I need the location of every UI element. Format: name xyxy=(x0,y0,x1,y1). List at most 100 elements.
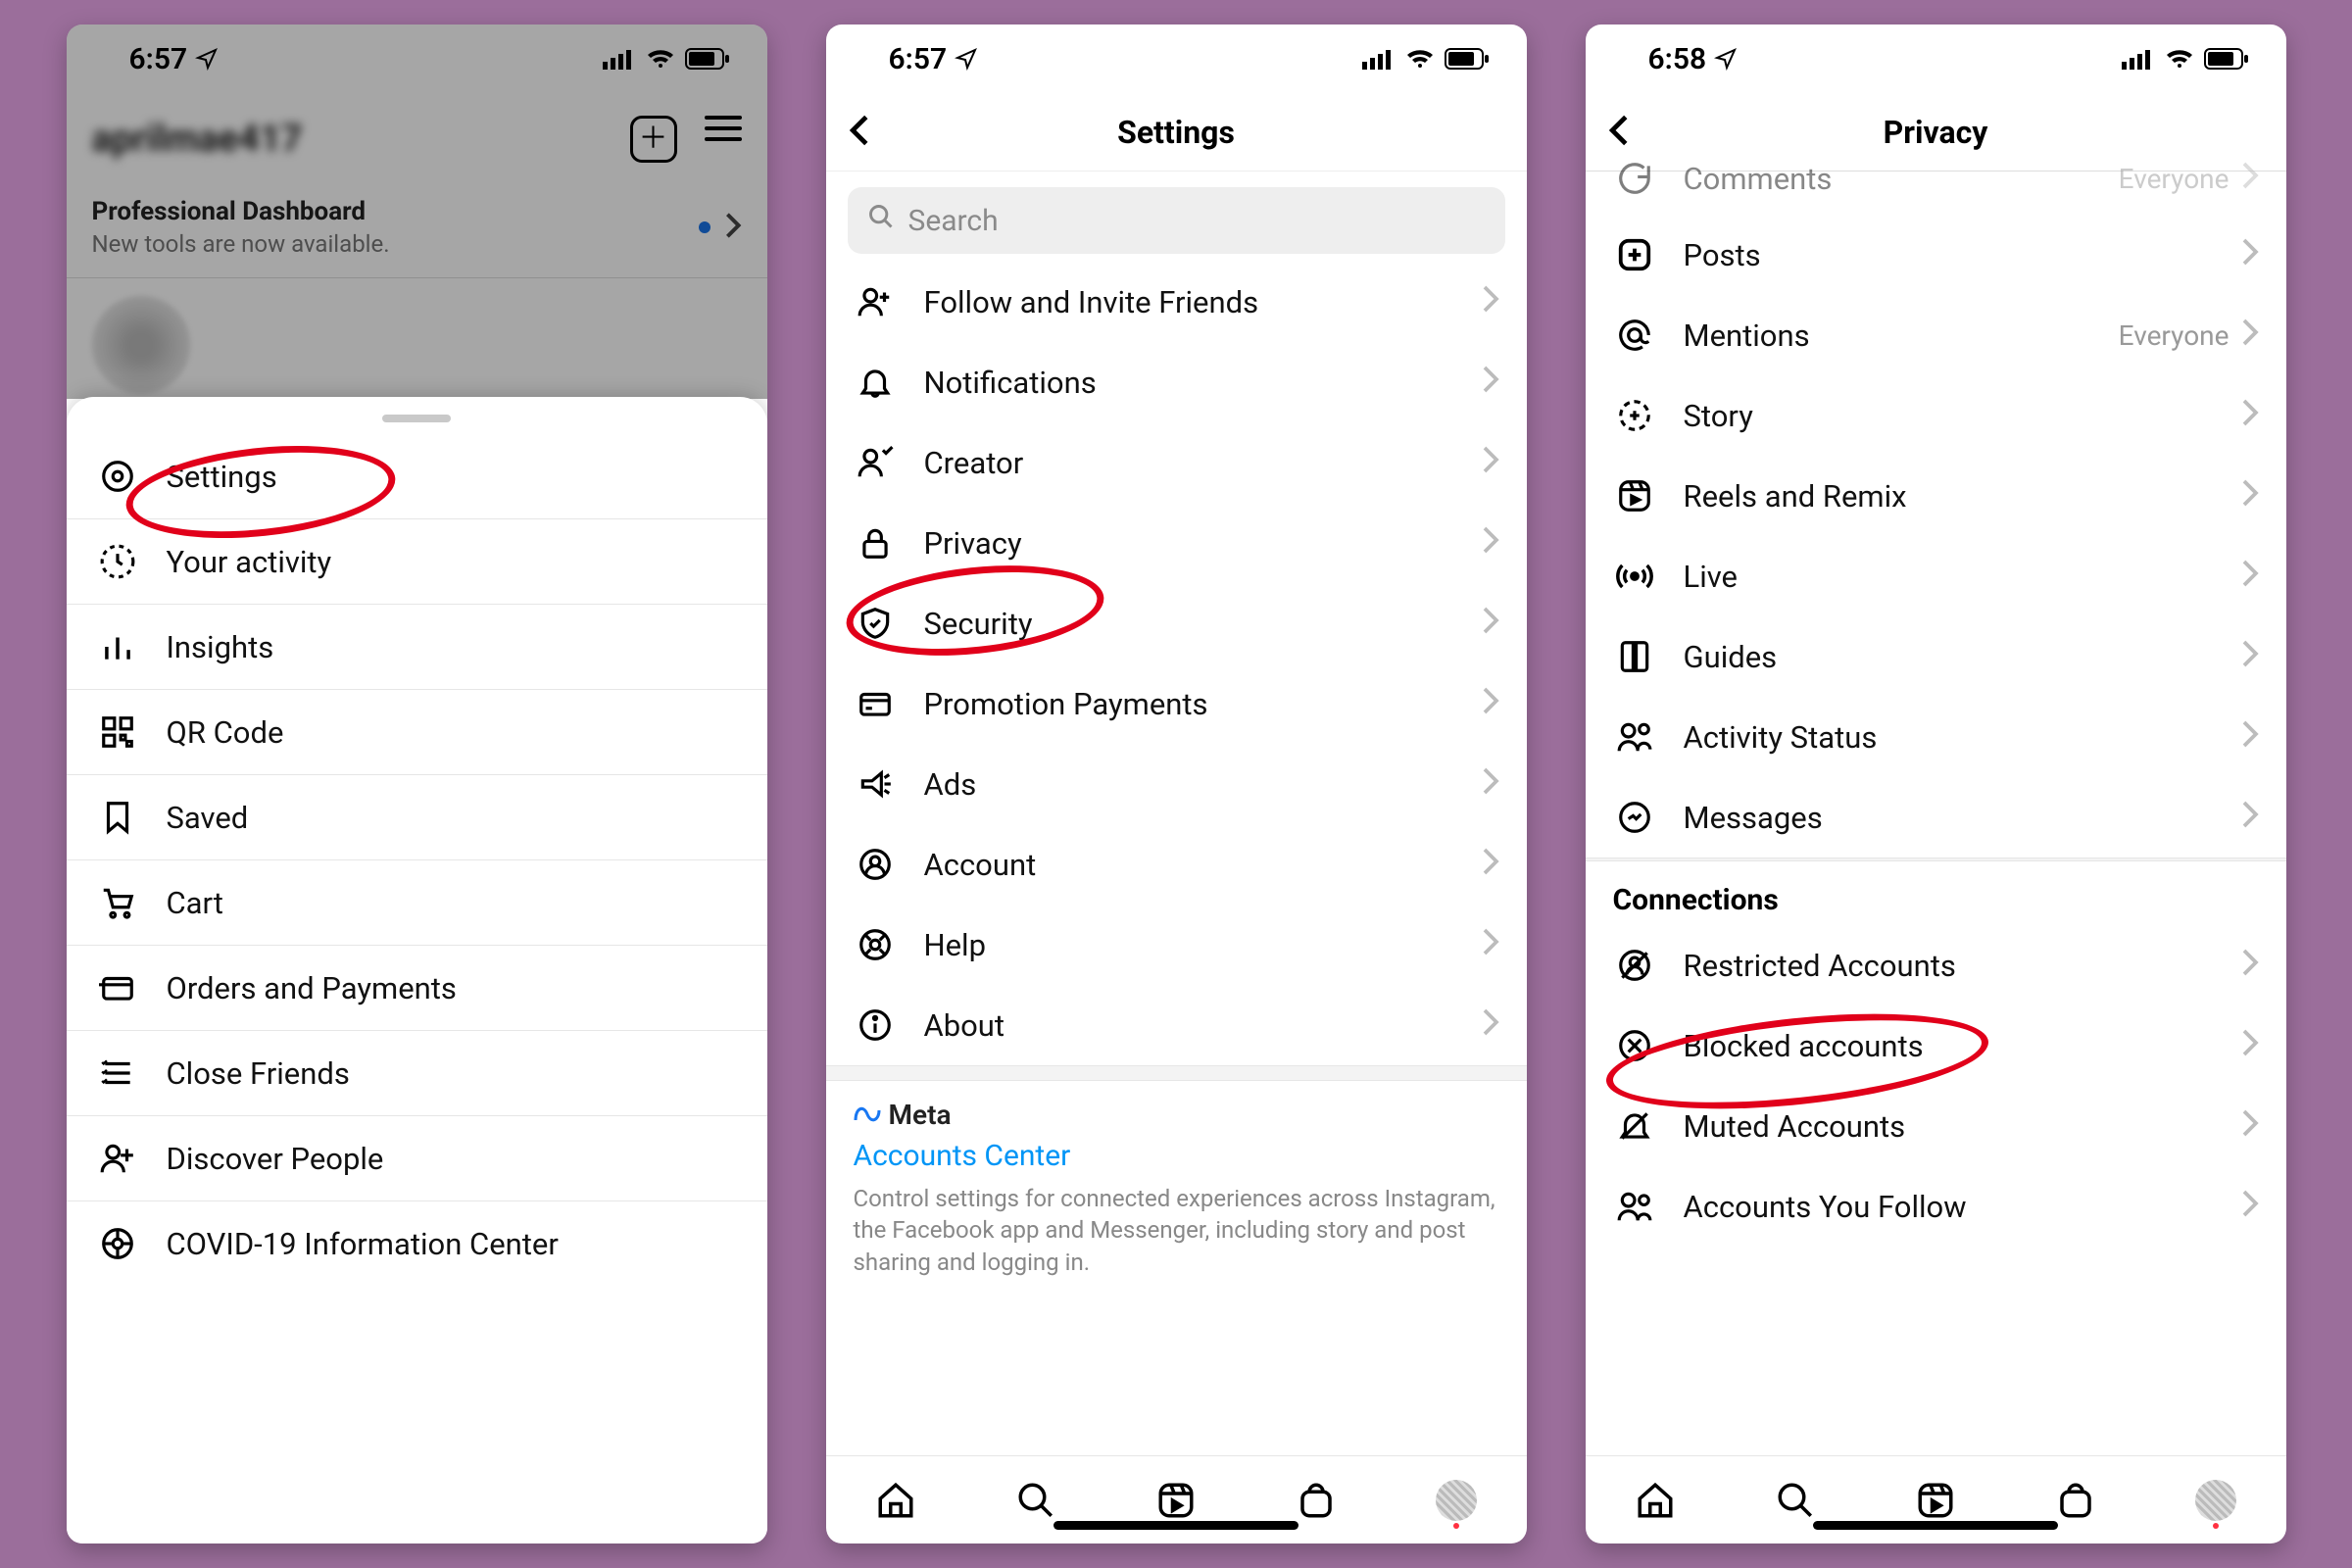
row-discover[interactable]: Discover People xyxy=(67,1115,767,1200)
row-activity-status[interactable]: Activity Status xyxy=(1586,697,2286,777)
back-button[interactable] xyxy=(846,114,873,151)
row-label: Accounts You Follow xyxy=(1684,1189,2214,1225)
row-saved[interactable]: Saved xyxy=(67,774,767,859)
row-label: Messages xyxy=(1684,800,2214,836)
tab-profile[interactable] xyxy=(1434,1480,1479,1521)
row-messages[interactable]: Messages xyxy=(1586,777,2286,858)
chevron-right-icon xyxy=(2241,318,2259,354)
chevron-right-icon xyxy=(2241,719,2259,756)
tab-search[interactable] xyxy=(1013,1480,1058,1521)
reels-icon xyxy=(1613,477,1656,514)
chevron-right-icon xyxy=(1482,284,1499,320)
row-live[interactable]: Live xyxy=(1586,536,2286,616)
row-label: Story xyxy=(1684,398,2214,434)
row-label: Activity Status xyxy=(1684,719,2214,756)
tab-bar xyxy=(1586,1455,2286,1544)
username[interactable]: aprilmae417 xyxy=(92,118,303,161)
row-label: Muted Accounts xyxy=(1684,1108,2214,1145)
row-label: Follow and Invite Friends xyxy=(924,284,1454,320)
home-indicator xyxy=(1813,1521,2058,1530)
chevron-right-icon xyxy=(2241,948,2259,984)
menu-sheet: Settings Your activity Insights QR Code … xyxy=(67,397,767,1544)
row-label: Help xyxy=(924,927,1454,963)
row-label: Reels and Remix xyxy=(1684,478,2214,514)
row-privacy[interactable]: Privacy xyxy=(826,503,1527,583)
search-icon xyxy=(867,203,895,238)
row-about[interactable]: About xyxy=(826,985,1527,1065)
privacy-row-comments[interactable]: Comments Everyone xyxy=(1586,148,2286,215)
nav-header: Settings xyxy=(826,93,1527,172)
accounts-center-link[interactable]: Accounts Center xyxy=(854,1139,1499,1173)
row-restricted[interactable]: Restricted Accounts xyxy=(1586,925,2286,1005)
row-qr[interactable]: QR Code xyxy=(67,689,767,774)
row-label: Promotion Payments xyxy=(924,686,1454,722)
section-title-connections: Connections xyxy=(1586,861,2286,925)
row-blocked[interactable]: Blocked accounts xyxy=(1586,1005,2286,1086)
row-help[interactable]: Help xyxy=(826,905,1527,985)
professional-dashboard[interactable]: Professional Dashboard New tools are now… xyxy=(67,185,767,278)
tab-reels[interactable] xyxy=(1913,1480,1958,1521)
row-follow-you[interactable]: Accounts You Follow xyxy=(1586,1166,2286,1247)
back-button[interactable] xyxy=(1605,114,1633,151)
row-label: Account xyxy=(924,847,1454,883)
chevron-right-icon xyxy=(1482,365,1499,401)
card-icon xyxy=(96,969,139,1006)
chevron-right-icon xyxy=(2241,161,2259,197)
drag-handle[interactable] xyxy=(382,415,451,422)
covid-icon xyxy=(96,1225,139,1262)
create-button[interactable]: ＋ xyxy=(630,116,677,163)
row-ads[interactable]: Ads xyxy=(826,744,1527,824)
row-muted[interactable]: Muted Accounts xyxy=(1586,1086,2286,1166)
meta-brand: Meta xyxy=(889,1099,952,1131)
tab-search[interactable] xyxy=(1773,1480,1818,1521)
section-divider xyxy=(826,1065,1527,1081)
row-cart[interactable]: Cart xyxy=(67,859,767,945)
chevron-right-icon xyxy=(2241,1028,2259,1064)
row-mentions[interactable]: Mentions Everyone xyxy=(1586,295,2286,375)
row-label: Cart xyxy=(167,885,738,921)
tab-home[interactable] xyxy=(1633,1480,1678,1521)
row-gear[interactable]: Settings xyxy=(67,434,767,518)
row-creator[interactable]: Creator xyxy=(826,422,1527,503)
row-account[interactable]: Account xyxy=(826,824,1527,905)
tab-shop[interactable] xyxy=(1294,1480,1339,1521)
row-story[interactable]: Story xyxy=(1586,375,2286,456)
chevron-right-icon xyxy=(2241,639,2259,675)
row-label: Saved xyxy=(167,800,738,836)
about-icon xyxy=(854,1006,897,1044)
row-guides[interactable]: Guides xyxy=(1586,616,2286,697)
chevron-right-icon xyxy=(1482,1007,1499,1044)
row-label: Live xyxy=(1684,559,2214,595)
meta-accounts-center[interactable]: Meta Accounts Center Control settings fo… xyxy=(826,1081,1527,1296)
row-label: Discover People xyxy=(167,1141,738,1177)
avatar[interactable] xyxy=(92,296,190,394)
row-insights[interactable]: Insights xyxy=(67,604,767,689)
profile-pic-icon xyxy=(2195,1480,2236,1521)
row-reels[interactable]: Reels and Remix xyxy=(1586,456,2286,536)
accounts-center-desc: Control settings for connected experienc… xyxy=(854,1183,1499,1278)
search-input[interactable]: Search xyxy=(848,187,1505,254)
row-activity[interactable]: Your activity xyxy=(67,518,767,604)
tab-home[interactable] xyxy=(873,1480,918,1521)
tab-reels[interactable] xyxy=(1153,1480,1199,1521)
tab-profile[interactable] xyxy=(2193,1480,2238,1521)
row-payments[interactable]: Promotion Payments xyxy=(826,663,1527,744)
chevron-right-icon xyxy=(2241,237,2259,273)
wifi-icon xyxy=(2165,48,2194,70)
row-card[interactable]: Orders and Payments xyxy=(67,945,767,1030)
settings-list: Follow and Invite Friends Notifications … xyxy=(826,262,1527,1065)
row-follow[interactable]: Follow and Invite Friends xyxy=(826,262,1527,342)
wifi-icon xyxy=(646,48,675,70)
location-arrow-icon xyxy=(1714,47,1738,71)
status-time: 6:57 xyxy=(889,42,948,76)
menu-button[interactable] xyxy=(705,116,742,163)
chevron-right-icon xyxy=(1482,606,1499,642)
tab-shop[interactable] xyxy=(2053,1480,2098,1521)
screen-settings: 6:57 Settings Search Follow and Invite F… xyxy=(826,24,1527,1544)
row-close-friends[interactable]: Close Friends xyxy=(67,1030,767,1115)
activity-status-icon xyxy=(1613,718,1656,756)
row-notifications[interactable]: Notifications xyxy=(826,342,1527,422)
row-posts[interactable]: Posts xyxy=(1586,215,2286,295)
row-security[interactable]: Security xyxy=(826,583,1527,663)
row-covid[interactable]: COVID-19 Information Center xyxy=(67,1200,767,1286)
